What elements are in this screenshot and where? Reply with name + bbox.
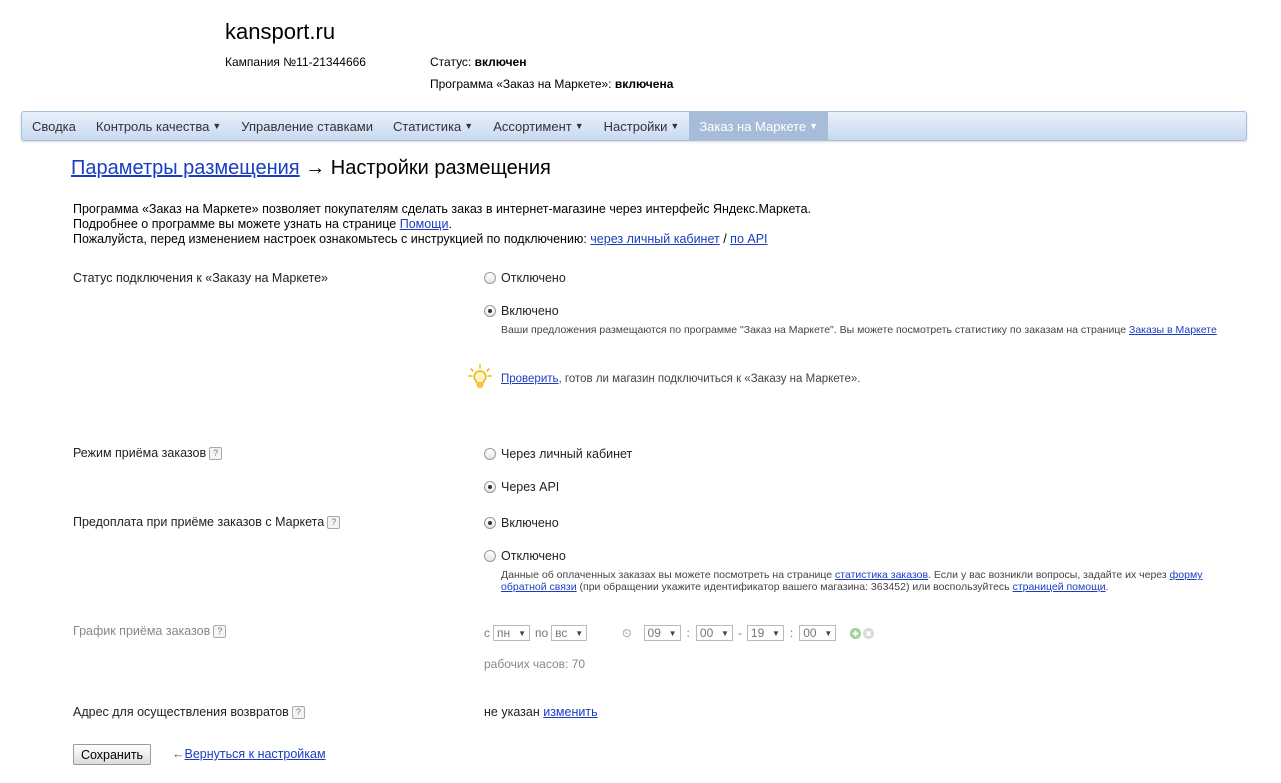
market-orders-link[interactable]: Заказы в Маркете [1129, 324, 1217, 336]
connection-off-radio[interactable]: Отключено [484, 271, 566, 285]
caret-down-icon: ▼ [464, 121, 474, 131]
breadcrumb-arrow: → [305, 157, 326, 179]
start-hour-select[interactable]: 09 ▼ [643, 625, 681, 641]
nav-item-assortment[interactable]: Ассортимент ▼ [483, 112, 593, 140]
status-value: включен [474, 55, 527, 69]
cabinet-instructions-link[interactable]: через личный кабинет [590, 232, 719, 246]
caret-down-icon: ▼ [574, 121, 584, 131]
nav-item-bids[interactable]: Управление ставками [231, 112, 383, 140]
schedule-to-label: по [535, 626, 549, 640]
status-label: Статус: [430, 55, 472, 69]
chevron-down-icon: ▼ [771, 628, 780, 638]
prepayment-hint: Данные об оплаченных заказах вы можете п… [501, 569, 1203, 593]
time-range-dash: - [737, 626, 742, 640]
help-icon[interactable]: ? [213, 625, 227, 638]
nav-item-quality[interactable]: Контроль качества ▼ [86, 112, 231, 140]
order-mode-cabinet-radio[interactable]: Через личный кабинет [484, 447, 632, 461]
intro-line-3: Пожалуйста, перед изменением настроек оз… [73, 232, 768, 246]
nav-item-settings[interactable]: Настройки ▼ [594, 112, 690, 140]
breadcrumb: Параметры размещения → Настройки размеще… [71, 157, 551, 180]
caret-down-icon: ▼ [670, 121, 680, 131]
connection-on-radio[interactable]: Включено [484, 304, 559, 318]
nav-item-market-orders[interactable]: Заказ на Маркете ▼ [689, 112, 829, 140]
page-title: Настройки размещения [330, 157, 551, 179]
help-page-link[interactable]: Помощи [400, 217, 449, 231]
return-address-label: Адрес для осуществления возвратов? [73, 705, 305, 719]
order-statistics-link[interactable]: статистика заказов [835, 569, 928, 581]
return-address-value: не указан изменить [484, 705, 598, 719]
schedule-actions [850, 627, 875, 639]
program-value: включена [614, 77, 674, 91]
prepayment-on-radio[interactable]: Включено [484, 516, 559, 530]
api-instructions-link[interactable]: по API [730, 232, 767, 246]
caret-down-icon: ▼ [212, 121, 222, 131]
save-button[interactable]: Сохранить [73, 744, 151, 765]
clock-icon: ⏲ [622, 625, 632, 640]
radio-checked-icon [484, 481, 496, 493]
start-minute-select[interactable]: 00 ▼ [695, 625, 733, 641]
chevron-down-icon: ▼ [720, 628, 729, 638]
schedule-controls: с пн ▼ по вс ▼ ⏲ 09 ▼ : 00 ▼ - 19 ▼ : 00 ▼ [484, 625, 875, 641]
lightbulb-icon [468, 364, 492, 393]
remove-icon[interactable] [863, 627, 875, 639]
check-readiness-text: Проверить, готов ли магазин подключиться… [501, 373, 861, 385]
connection-status-label: Статус подключения к «Заказу на Маркете» [73, 271, 329, 285]
chevron-down-icon: ▼ [824, 628, 833, 638]
time-colon: : [686, 626, 690, 640]
campaign-status: Статус: включен [430, 55, 526, 69]
intro-line-1: Программа «Заказ на Маркете» позволяет п… [73, 202, 812, 216]
schedule-from-label: с [484, 626, 490, 640]
campaign-number: Кампания №11-21344666 [225, 55, 366, 69]
back-arrow-icon: ← [172, 747, 185, 761]
nav-item-summary[interactable]: Сводка [22, 112, 86, 140]
end-hour-select[interactable]: 19 ▼ [746, 625, 784, 641]
shop-name: kansport.ru [225, 19, 336, 44]
help-icon[interactable]: ? [291, 706, 305, 719]
intro-line-2: Подробнее о программе вы можете узнать н… [73, 217, 452, 231]
prepayment-off-radio[interactable]: Отключено [484, 549, 566, 563]
program-label: Программа «Заказ на Маркете»: [430, 77, 612, 91]
chevron-down-icon: ▼ [575, 628, 584, 638]
chevron-down-icon: ▼ [518, 628, 526, 638]
schedule-label: График приёма заказов? [73, 624, 227, 638]
nav-item-statistics[interactable]: Статистика ▼ [383, 112, 483, 140]
breadcrumb-parent-link[interactable]: Параметры размещения [71, 157, 300, 179]
order-mode-label: Режим приёма заказов? [73, 446, 223, 460]
radio-checked-icon [484, 305, 496, 317]
end-minute-select[interactable]: 00 ▼ [799, 625, 837, 641]
help-icon[interactable]: ? [209, 447, 223, 460]
radio-unchecked-icon [484, 272, 496, 284]
chevron-down-icon: ▼ [668, 628, 677, 638]
from-day-select[interactable]: пн ▼ [493, 625, 530, 641]
add-icon[interactable] [850, 627, 862, 639]
radio-checked-icon [484, 517, 496, 529]
main-nav: Сводка Контроль качества ▼ Управление ста… [21, 111, 1247, 141]
to-day-select[interactable]: вс ▼ [551, 625, 588, 641]
time-colon: : [789, 626, 794, 640]
help-icon[interactable]: ? [327, 516, 341, 529]
program-status: Программа «Заказ на Маркете»: включена [430, 77, 673, 91]
radio-unchecked-icon [484, 448, 496, 460]
check-readiness-link[interactable]: Проверить [501, 373, 559, 385]
order-mode-api-radio[interactable]: Через API [484, 480, 559, 494]
caret-down-icon: ▼ [809, 121, 819, 131]
work-hours-count: рабочих часов: 70 [484, 657, 586, 671]
intro-text: Программа «Заказ на Маркете» позволяет п… [73, 202, 811, 247]
radio-unchecked-icon [484, 550, 496, 562]
connection-hint: Ваши предложения размещаются по программ… [501, 324, 1217, 336]
change-address-link[interactable]: изменить [543, 705, 597, 719]
help-page-link[interactable]: страницей помощи [1013, 581, 1106, 593]
back-to-settings: ←Вернуться к настройкам [172, 747, 326, 761]
prepayment-label: Предоплата при приёме заказов с Маркета? [73, 515, 341, 529]
back-to-settings-link[interactable]: Вернуться к настройкам [185, 747, 326, 761]
